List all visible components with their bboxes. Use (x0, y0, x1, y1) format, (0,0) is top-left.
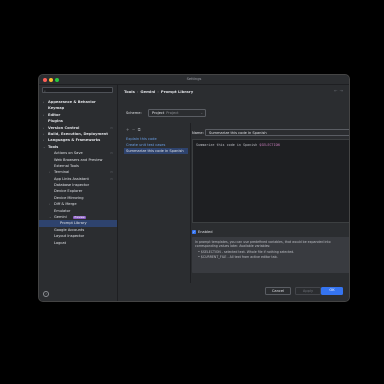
window-title: Settings (186, 77, 202, 81)
apply-button[interactable]: Apply (295, 287, 321, 295)
search-icon: ⌕ (44, 89, 46, 93)
settings-tree: › Appearance & Behavior Keymap › Editor Plugi… (39, 99, 117, 246)
prompt-text: Summarize this code in Spanish $SELECTIO… (196, 143, 280, 147)
variables-list: $SELECTION - selected text. Whole file i… (195, 250, 347, 259)
info-text: In prompt templates, you can use predefi… (195, 240, 331, 249)
breadcrumb-gemini: Gemini (140, 89, 156, 94)
prompt-name-input[interactable]: Summarize this code in Spanish (205, 128, 349, 136)
prompt-list-item[interactable]: Summarize this code in Spanish (124, 148, 188, 154)
settings-content: Tools › Gemini › Prompt Library ←→ Scheme: P… (118, 85, 349, 301)
variables-info-panel: In prompt templates, you can use predefi… (192, 237, 349, 273)
selection-variable: $SELECTION (259, 143, 280, 147)
breadcrumb-tools: Tools (124, 89, 135, 94)
minimize-window-button[interactable] (49, 77, 53, 82)
scheme-label: Scheme: (126, 111, 142, 115)
name-label: Name: (192, 131, 204, 135)
forward-arrow-icon[interactable]: → (340, 88, 345, 93)
settings-window: Settings ⌕ › Appearance & Behavior Keymap ›… (38, 74, 350, 302)
breadcrumb: Tools › Gemini › Prompt Library (124, 89, 193, 94)
copy-icon[interactable]: ⧉ (138, 127, 143, 132)
zoom-window-button[interactable] (55, 77, 59, 82)
settings-sidebar: ⌕ › Appearance & Behavior Keymap › Editor Plu… (39, 85, 118, 301)
help-icon[interactable]: ? (43, 291, 49, 297)
chevron-down-icon: ⌄ (200, 110, 203, 115)
breadcrumb-separator: › (136, 89, 139, 94)
variable-item: $CURRENT_FILE - All text from active edi… (198, 255, 347, 259)
close-window-button[interactable] (43, 77, 47, 82)
checkmark-icon: ✓ (192, 230, 196, 234)
scheme-dropdown[interactable]: Project Project ⌄ (148, 108, 206, 117)
breadcrumb-prompt-library: Prompt Library (160, 89, 194, 94)
prompt-list: Explain this code Create unit test cases S… (124, 136, 188, 154)
ok-button[interactable]: OK (321, 287, 343, 295)
enabled-checkbox[interactable]: ✓ Enabled (192, 230, 213, 234)
splitter[interactable] (190, 123, 191, 283)
settings-search-input[interactable]: ⌕ (42, 87, 113, 93)
sidebar-item-label: Logcat (54, 240, 67, 245)
prompt-editor[interactable]: Summarize this code in Spanish $SELECTIO… (192, 139, 349, 223)
prompt-list-toolbar: +−⧉ (126, 127, 143, 132)
breadcrumb-separator: › (157, 89, 159, 94)
sidebar-item[interactable]: Logcat (39, 240, 117, 246)
preview-badge: Preview (73, 215, 87, 219)
cancel-button[interactable]: Cancel (265, 287, 291, 295)
navigation-buttons: ←→ (334, 88, 345, 93)
title-bar: Settings (39, 75, 349, 85)
